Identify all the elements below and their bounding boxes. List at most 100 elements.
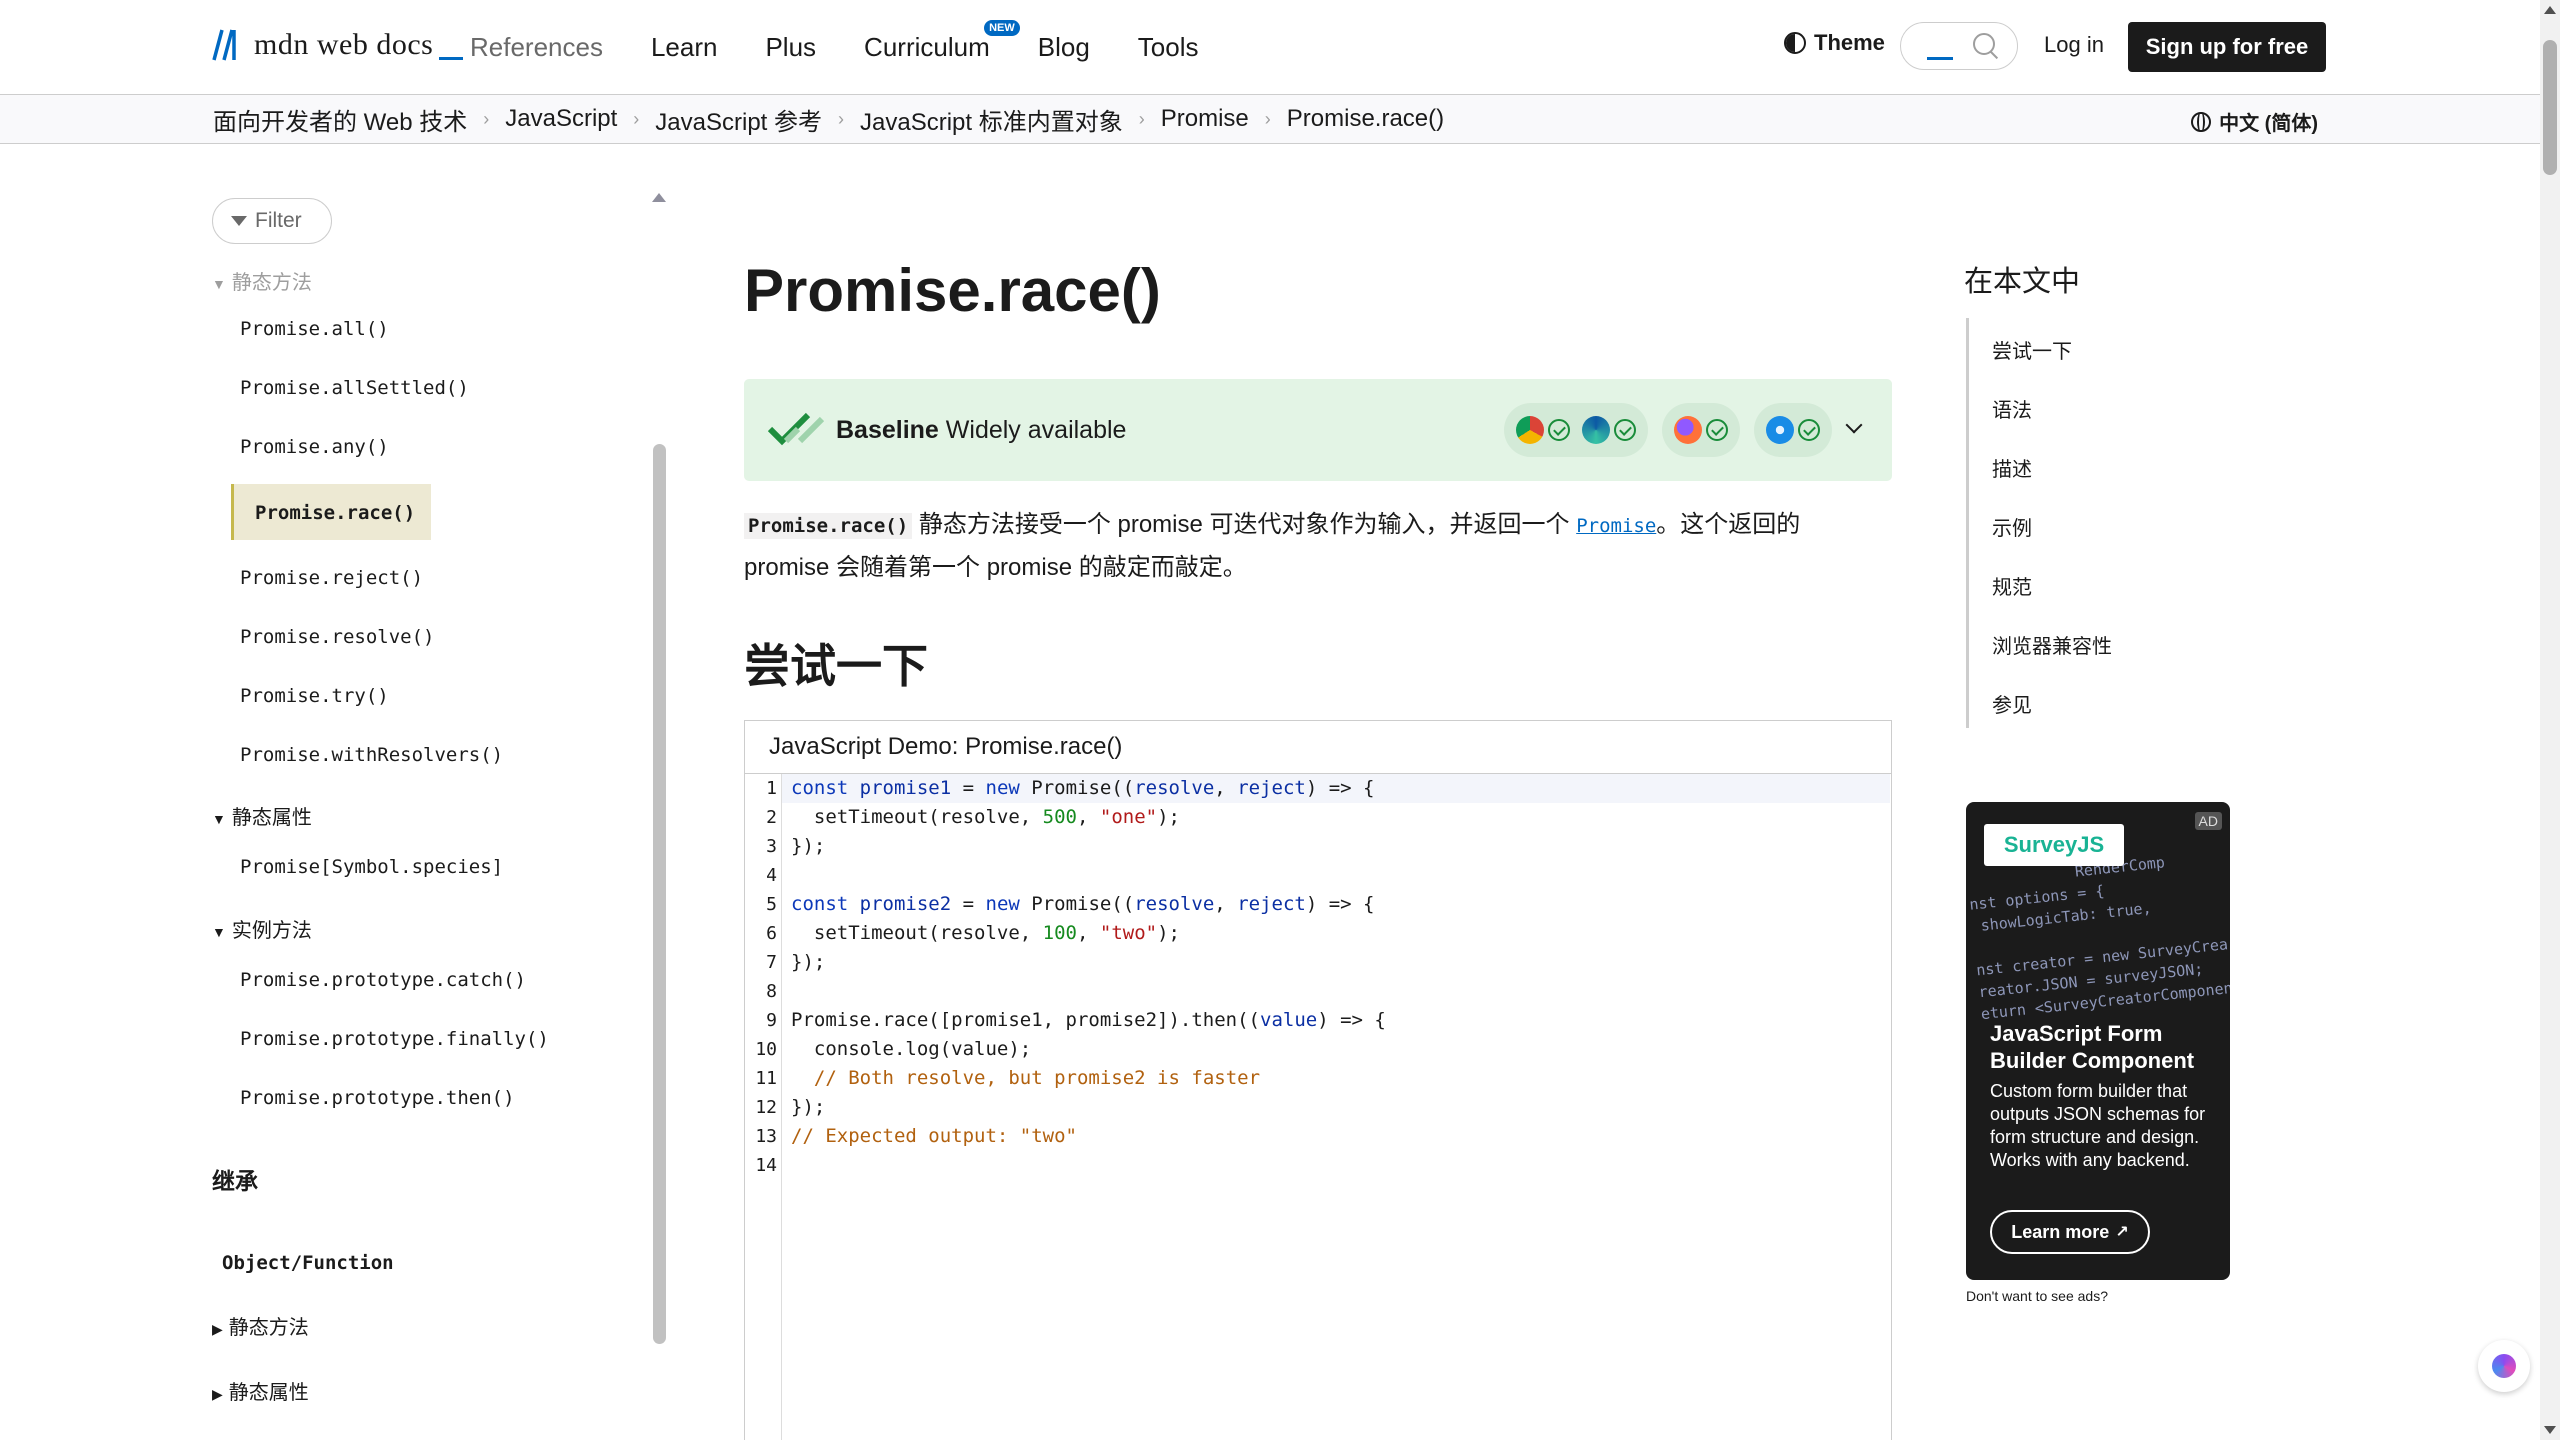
toc-title: 在本文中 [1964, 266, 2081, 298]
signup-button[interactable]: Sign up for free [2128, 22, 2326, 72]
sidebar-item-prototype-finally[interactable]: Promise.prototype.finally() [240, 1028, 549, 1050]
intro-text: 静态方法接受一个 promise 可迭代对象作为输入，并返回一个 [918, 511, 1570, 538]
check-icon [1798, 419, 1820, 441]
demo-title: JavaScript Demo: Promise.race() [745, 721, 1891, 774]
login-link[interactable]: Log in [2044, 32, 2104, 58]
sidebar-item-promise-any[interactable]: Promise.any() [240, 436, 389, 458]
breadcrumb-item[interactable]: JavaScript 标准内置对象 [860, 102, 1123, 137]
interactive-demo: JavaScript Demo: Promise.race() 1 const p… [744, 720, 1892, 1440]
sidebar-item-promise-resolve[interactable]: Promise.resolve() [240, 626, 434, 648]
language-switcher[interactable]: 中文 (简体) [2191, 107, 2318, 136]
scroll-up-arrow-icon[interactable] [2544, 6, 2556, 14]
sidebar-heading-static-props[interactable]: ▼ 静态属性 [212, 801, 312, 830]
nav-curriculum[interactable]: Curriculum NEW [864, 19, 1020, 63]
breadcrumb-bar: 面向开发者的 Web 技术 › JavaScript › JavaScript … [0, 95, 2540, 144]
inline-code-promise-race: Promise.race() [744, 513, 913, 539]
baseline-availability: Widely available [945, 416, 1127, 444]
firefox-icon [1674, 416, 1702, 444]
sidebar-item-prototype-catch[interactable]: Promise.prototype.catch() [240, 969, 526, 991]
search-cursor [1927, 57, 1953, 60]
language-label: 中文 (简体) [2219, 113, 2318, 135]
sidebar-heading-inh-static-props[interactable]: ▶ 静态属性 [212, 1376, 309, 1405]
toc-divider [1966, 318, 1969, 728]
caret-down-icon: ▼ [212, 276, 226, 292]
sidebar-item-prototype-then[interactable]: Promise.prototype.then() [240, 1087, 515, 1109]
sidebar-item-symbol-species[interactable]: Promise[Symbol.species] [240, 856, 503, 878]
chrome-edge-pill [1504, 403, 1648, 457]
sidebar-filter-input[interactable]: Filter [212, 198, 332, 244]
nav-references[interactable]: References [470, 32, 603, 63]
top-navigation-bar: mdn web docs References Learn Plus Curri… [0, 0, 2540, 95]
sidebar-heading-label: 静态方法 [231, 272, 312, 294]
baseline-banner[interactable]: Baseline Widely available [744, 379, 1892, 481]
check-icon [1614, 419, 1636, 441]
search-icon [1973, 33, 1995, 55]
nav-blog[interactable]: Blog [1038, 32, 1090, 63]
new-badge: NEW [984, 19, 1020, 36]
sidebar-heading-label: 实例方法 [231, 920, 312, 942]
theme-label: Theme [1814, 30, 1885, 55]
nav-tools[interactable]: Tools [1138, 32, 1199, 63]
scrollbar-thumb[interactable] [2543, 40, 2557, 175]
breadcrumb-item[interactable]: JavaScript [505, 105, 617, 133]
chevron-right-icon: › [1264, 108, 1271, 129]
safari-pill [1754, 403, 1832, 457]
nav-plus[interactable]: Plus [765, 32, 816, 63]
chevron-down-icon[interactable] [1845, 416, 1863, 434]
toc-item-specifications[interactable]: 规范 [1992, 571, 2032, 600]
sidebar-item-promise-allsettled[interactable]: Promise.allSettled() [240, 377, 469, 399]
page-scrollbar[interactable] [2540, 0, 2560, 1440]
toc-item-browser-compat[interactable]: 浏览器兼容性 [1992, 630, 2112, 659]
browser-support-icons [1490, 403, 1832, 457]
caret-right-icon: ▶ [212, 1386, 223, 1402]
sidebar-heading-label: 静态属性 [231, 807, 312, 829]
breadcrumb-item[interactable]: Promise [1161, 105, 1249, 133]
toc-item-description[interactable]: 描述 [1992, 453, 2032, 482]
baseline-label: Baseline [836, 416, 939, 444]
logo-cursor [439, 56, 464, 60]
breadcrumb-item[interactable]: JavaScript 参考 [655, 102, 822, 137]
ad-learn-more-button[interactable]: Learn more ↗ [1990, 1210, 2150, 1254]
intro-text: 。这个返回的 [1656, 511, 1801, 538]
sidebar-inheritance-heading: 继承 [212, 1168, 258, 1194]
check-icon [1548, 419, 1570, 441]
edge-icon [1582, 416, 1610, 444]
sidebar-item-object-function[interactable]: Object/Function [222, 1252, 394, 1274]
surveyjs-logo: SurveyJS [1984, 824, 2124, 866]
search-input[interactable] [1900, 22, 2018, 70]
sidebar-heading-label: 静态方法 [228, 1317, 309, 1339]
breadcrumb-current[interactable]: Promise.race() [1287, 105, 1444, 133]
firefox-pill [1662, 403, 1740, 457]
chevron-right-icon: › [483, 108, 490, 129]
toc-item-see-also[interactable]: 参见 [1992, 689, 2032, 718]
sidebar-item-promise-race[interactable]: Promise.race() [255, 502, 415, 524]
nav-learn[interactable]: Learn [651, 32, 718, 63]
caret-down-icon: ▼ [212, 924, 226, 940]
ad-opt-out-link[interactable]: Don't want to see ads? [1966, 1288, 2108, 1304]
check-icon [1706, 419, 1728, 441]
sidebar-item-promise-reject[interactable]: Promise.reject() [240, 567, 423, 589]
promise-link[interactable]: Promise [1576, 515, 1656, 537]
sidebar-heading-static-methods[interactable]: ▼ 静态方法 [212, 266, 312, 295]
toc-item-try-it[interactable]: 尝试一下 [1992, 335, 2072, 364]
mdn-logo[interactable]: mdn web docs [212, 28, 464, 62]
sidebar-scrollbar[interactable] [653, 444, 666, 1344]
theme-switcher[interactable]: Theme [1784, 30, 1885, 56]
breadcrumb-item[interactable]: 面向开发者的 Web 技术 [213, 102, 467, 137]
sidebar-heading-instance-methods[interactable]: ▼ 实例方法 [212, 914, 312, 943]
ai-assistant-icon[interactable] [2478, 1340, 2530, 1392]
chevron-right-icon: › [633, 108, 640, 129]
baseline-status-text: Baseline Widely available [836, 416, 1126, 445]
sidebar-scroll-up-icon[interactable] [652, 193, 666, 202]
intro-text: promise 会随着第一个 promise 的敲定而敲定。 [744, 554, 1247, 581]
advertisement[interactable]: AD RenderComp nst options = { showLogicT… [1966, 802, 2230, 1280]
toc-item-examples[interactable]: 示例 [1992, 512, 2032, 541]
scroll-down-arrow-icon[interactable] [2544, 1426, 2556, 1434]
sidebar-heading-inh-static-methods[interactable]: ▶ 静态方法 [212, 1311, 309, 1340]
sidebar-item-promise-withresolvers[interactable]: Promise.withResolvers() [240, 744, 503, 766]
sidebar-item-promise-all[interactable]: Promise.all() [240, 318, 389, 340]
ad-headline: JavaScript Form Builder Component [1990, 1021, 2195, 1073]
toc-item-syntax[interactable]: 语法 [1992, 394, 2032, 423]
sidebar-item-promise-try[interactable]: Promise.try() [240, 685, 389, 707]
nav-curriculum-label: Curriculum [864, 31, 990, 62]
